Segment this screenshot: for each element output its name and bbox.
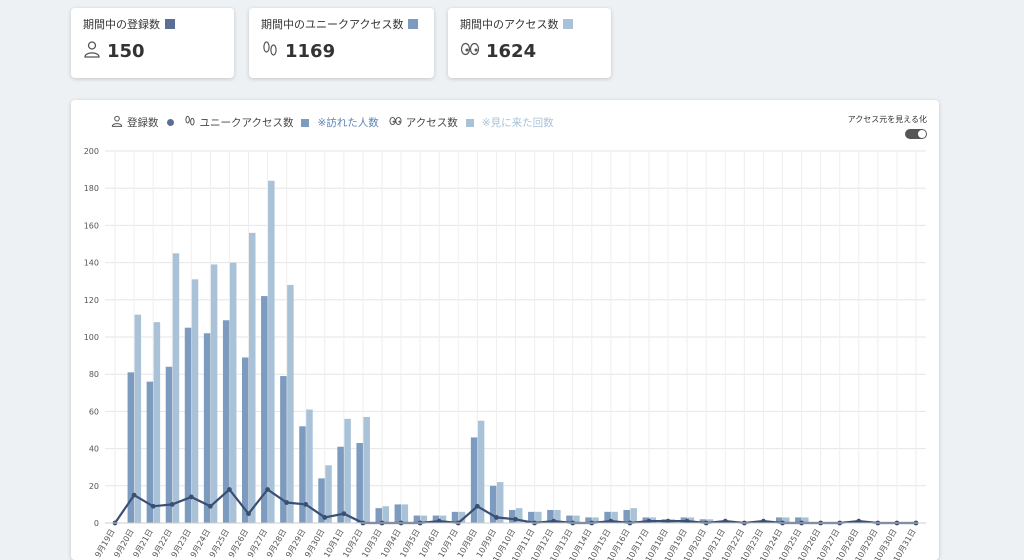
point-registrations <box>494 515 499 520</box>
bar-unique-access <box>376 508 383 523</box>
bar-unique-access <box>185 328 192 523</box>
bar-unique-access <box>395 504 402 523</box>
bar-access <box>287 285 294 523</box>
bar-unique-access <box>166 367 173 523</box>
stat-title: 期間中のアクセス数 <box>460 16 599 32</box>
bar-access <box>192 279 199 523</box>
bar-access <box>154 322 161 523</box>
point-registrations <box>475 504 480 509</box>
bar-unique-access <box>204 333 211 523</box>
person-icon <box>83 40 101 62</box>
point-registrations <box>132 493 137 498</box>
bar-access <box>173 253 180 523</box>
bar-access <box>344 419 351 523</box>
bar-unique-access <box>242 357 249 523</box>
bar-access <box>630 508 637 523</box>
chart-card: 登録数 ユニークアクセス数 ※訪れた人数 アクセス数 ※見に来た回数 アクセス元… <box>71 100 939 560</box>
point-registrations <box>284 500 289 505</box>
y-tick-label: 160 <box>84 221 99 230</box>
y-tick-label: 180 <box>84 184 99 193</box>
point-registrations <box>227 487 232 492</box>
bar-access <box>135 315 142 523</box>
point-registrations <box>513 517 518 522</box>
stat-value: 1169 <box>285 41 335 62</box>
bar-access <box>249 233 256 523</box>
point-registrations <box>208 504 213 509</box>
y-tick-label: 60 <box>89 407 99 416</box>
point-registrations <box>322 515 327 520</box>
point-registrations <box>189 495 194 500</box>
bar-unique-access <box>356 443 363 523</box>
bar-access <box>383 506 390 523</box>
bar-access <box>211 264 218 523</box>
chart-plot: 2001801601401201008060402009月19日9月20日9月2… <box>71 100 939 560</box>
point-registrations <box>246 511 251 516</box>
stat-card-unique-access: 期間中のユニークアクセス数 1169 <box>249 8 434 78</box>
bar-access <box>325 465 332 523</box>
stat-card-registrations: 期間中の登録数 150 <box>71 8 234 78</box>
y-tick-label: 200 <box>84 147 99 156</box>
point-registrations <box>341 511 346 516</box>
point-registrations <box>265 487 270 492</box>
bar-unique-access <box>299 426 306 523</box>
stat-swatch <box>165 19 175 29</box>
stat-value: 1624 <box>486 41 536 62</box>
point-registrations <box>151 504 156 509</box>
stat-title: 期間中の登録数 <box>83 16 222 32</box>
stat-swatch <box>408 19 418 29</box>
y-tick-label: 40 <box>89 445 99 454</box>
bar-access <box>230 263 237 523</box>
y-tick-label: 100 <box>84 333 99 342</box>
y-tick-label: 20 <box>89 482 99 491</box>
stat-card-access: 期間中のアクセス数 1624 <box>448 8 611 78</box>
point-registrations <box>303 502 308 507</box>
bar-access <box>363 417 370 523</box>
y-tick-label: 0 <box>94 519 99 528</box>
stat-value: 150 <box>107 41 145 62</box>
stat-label: 期間中の登録数 <box>83 16 160 32</box>
y-tick-label: 140 <box>84 259 99 268</box>
eyes-icon <box>460 40 480 62</box>
stat-title: 期間中のユニークアクセス数 <box>261 16 422 32</box>
bar-access <box>268 181 275 523</box>
footprints-icon <box>261 40 279 62</box>
stat-label: 期間中のアクセス数 <box>460 16 558 32</box>
stat-swatch <box>563 19 573 29</box>
stat-label: 期間中のユニークアクセス数 <box>261 16 403 32</box>
y-tick-label: 80 <box>89 370 99 379</box>
y-tick-label: 120 <box>84 296 99 305</box>
point-registrations <box>170 502 175 507</box>
bar-access <box>402 504 409 523</box>
